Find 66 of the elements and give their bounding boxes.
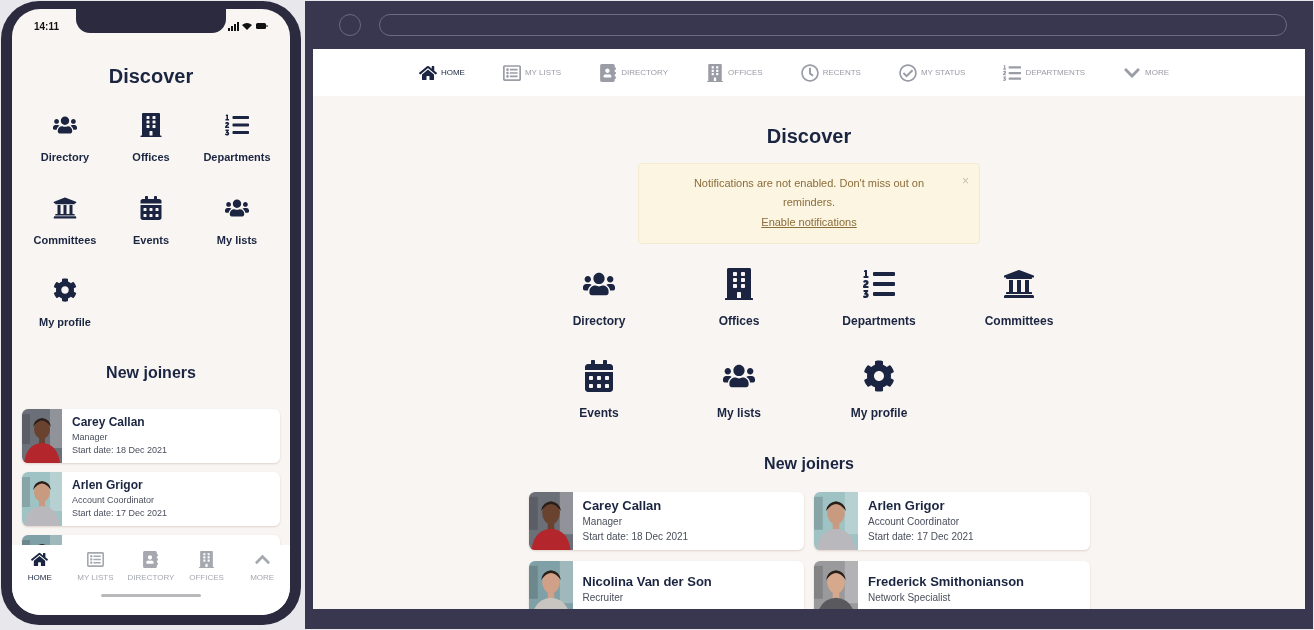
joiner-name: Carey Callan [72,414,146,430]
joiner-role: Network Specialist [868,592,952,605]
building-icon [723,267,755,300]
tile-button[interactable]: My lists [717,359,761,422]
tab[interactable]: HOME [12,551,67,584]
building-icon [198,551,216,568]
joiner-role: Recruiter [582,592,625,605]
calendar-icon [139,195,163,220]
home-icon [418,63,437,82]
start-date: Start date: 18 Dec 2021 [72,445,168,457]
tile-button[interactable]: Committees [984,267,1054,330]
joiner-role: Account Coordinator [72,494,156,506]
joiner-role: Manager [72,431,109,443]
tile-button[interactable]: My lists [216,195,258,248]
building-icon [139,113,163,137]
tile-button[interactable]: My profile [850,359,908,422]
tile-button[interactable]: Committees [33,195,97,248]
tile-button[interactable]: Offices [132,113,170,166]
contact-book-icon [599,63,618,82]
tile-button[interactable]: Directory [40,113,90,166]
numbered-list-icon [1003,63,1022,82]
section-title: New joiners [763,453,855,474]
building-icon [706,63,725,82]
joiner-card[interactable]: Nicolina Van der Son Recruiter [528,560,804,609]
page-title: Discover [107,64,195,89]
joiner-name: Frederick Smithonianson [868,574,1025,591]
tile-button[interactable]: Events [579,359,619,422]
calendar-icon [583,359,615,392]
start-date: Start date: 17 Dec 2021 [868,530,974,544]
clock-icon [800,63,819,82]
joiner-name: Arlen Grigor [72,477,144,493]
joiner-role: Account Coordinator [868,516,961,529]
joiner-name: Nicolina Van der Son [582,574,712,591]
page-title: Discover [765,124,853,149]
joiner-name: Arlen Grigor [868,497,946,515]
bank-icon [53,195,77,220]
bank-icon [1003,267,1035,300]
start-date: Start date: 17 Dec 2021 [72,508,168,520]
joiner-card[interactable]: Arlen Grigor Account Coordinator Start date: 17 Dec 2021 [814,491,1090,550]
enable-notifications-link[interactable]: Enable notifications [761,214,857,231]
list-icon [502,63,521,82]
section-title: New joiners [105,362,197,383]
joiner-role: Manager [582,516,623,529]
joiner-name: Carey Callan [582,497,663,515]
tile-button[interactable]: My profile [39,278,91,331]
tile-button[interactable]: Directory [572,267,626,330]
home-icon [31,551,49,568]
joiner-card[interactable]: Carey Callan Manager Start date: 18 Dec 2021 [528,491,804,550]
status-icons [228,21,268,31]
joiner-card[interactable]: Frederick Smithonianson Network Specialist [814,560,1090,609]
settings-icon [863,359,895,392]
tile-button[interactable]: Departments [842,267,916,330]
joiner-card[interactable]: Arlen Grigor Account Coordinator Start date: 17 Dec 2021 [22,471,280,526]
tile-button[interactable]: Events [132,195,170,248]
numbered-list-icon [225,113,249,137]
contact-book-icon [142,551,160,568]
tile-button[interactable]: Departments [203,113,271,166]
start-date: Start date: 18 Dec 2021 [582,530,689,544]
banner-message: Notifications are not enabled. Don't miss out on reminders. [692,176,926,210]
settings-icon [53,278,77,302]
numbered-list-icon [863,267,895,300]
status-time: 14:11 [34,19,60,34]
nav-item[interactable]: HOME [418,63,465,82]
tile-button[interactable]: Offices [718,267,760,330]
joiner-card[interactable]: Carey Callan Manager Start date: 18 Dec 2021 [22,408,280,463]
list-icon [86,551,104,568]
